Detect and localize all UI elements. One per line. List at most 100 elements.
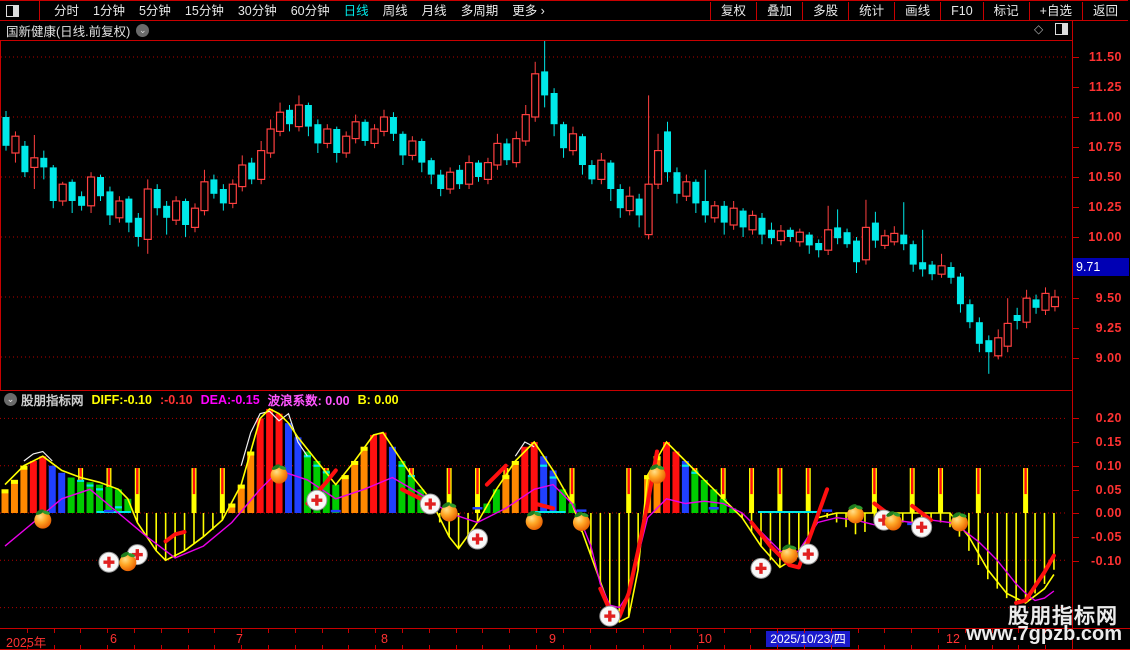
- time-axis-tick: [53, 629, 55, 633]
- price-axis-tick: [1073, 57, 1079, 58]
- price-axis-label: 11.00: [1088, 110, 1122, 124]
- price-axis-tick: [1073, 87, 1079, 88]
- tab-5min[interactable]: 5分钟: [139, 2, 171, 20]
- time-axis-tick: [107, 645, 109, 649]
- price-axis-tick: [1073, 177, 1079, 178]
- time-axis-tick: [750, 645, 752, 649]
- tab-multi-period[interactable]: 多周期: [461, 2, 499, 20]
- button-add-watchlist[interactable]: +自选: [1028, 1, 1082, 20]
- time-axis-tick: [670, 645, 671, 649]
- time-axis-tick: [160, 629, 162, 633]
- price-axis-label: 9.00: [1095, 351, 1122, 365]
- tab-15min[interactable]: 15分钟: [185, 2, 224, 20]
- time-axis-tick: [911, 629, 913, 633]
- indicator-source-label: 股朋指标网: [21, 394, 84, 408]
- indicator-axis-label: 0.00: [1095, 506, 1122, 520]
- tab-weekly[interactable]: 周线: [383, 2, 408, 20]
- tab-60min[interactable]: 60分钟: [291, 2, 330, 20]
- time-axis-tick: [643, 629, 645, 633]
- time-axis-tick: [268, 645, 269, 649]
- time-axis-tick: [294, 645, 296, 649]
- price-axis-label: 10.50: [1088, 170, 1122, 184]
- time-axis-tick: [321, 629, 323, 633]
- orange-ball-signal-icon: [440, 502, 458, 522]
- cross-signal-icon: [750, 557, 772, 579]
- indicator-axis-label: -0.05: [1091, 530, 1122, 544]
- button-adjust[interactable]: 复权: [710, 1, 756, 20]
- layout-split-icon[interactable]: [6, 4, 19, 17]
- tab-30min[interactable]: 30分钟: [238, 2, 277, 20]
- time-axis-tick: [857, 629, 859, 633]
- timeframe-toolbar: 分时 1分钟 5分钟 15分钟 30分钟 60分钟 日线 周线 月线 多周期 更多 ›: [0, 1, 545, 20]
- time-axis-tick: [911, 645, 913, 649]
- time-axis-tick: [26, 629, 28, 633]
- time-axis-tick: [884, 629, 886, 633]
- time-axis: 2025/10/23/四 2025年 6 7 8 9 10 12: [0, 628, 1130, 650]
- title-right-icons: ◇: [1034, 22, 1069, 36]
- tab-realtime[interactable]: 分时: [54, 2, 79, 20]
- time-axis-tick: [696, 645, 698, 649]
- time-axis-tick: [938, 645, 939, 649]
- indicator-axis-label: 0.05: [1095, 483, 1122, 497]
- time-axis-tick: [294, 629, 296, 633]
- main-candlestick-chart[interactable]: [0, 40, 1072, 390]
- indicator-axis-label: 0.10: [1095, 459, 1122, 473]
- chevron-down-icon[interactable]: ⌄: [136, 23, 150, 37]
- time-axis-tick: [482, 629, 484, 633]
- time-axis-tick: [589, 629, 591, 633]
- tab-daily[interactable]: 日线: [344, 2, 369, 20]
- time-axis-tick: [616, 629, 618, 633]
- diamond-icon[interactable]: ◇: [1034, 22, 1043, 36]
- time-axis-tick: [26, 645, 28, 649]
- time-axis-tick: [723, 645, 725, 649]
- panel-split-icon[interactable]: [1055, 23, 1069, 35]
- time-axis-tick: [160, 645, 162, 649]
- time-axis-tick: [536, 629, 537, 633]
- candles-layer: [2, 41, 1060, 374]
- button-f10[interactable]: F10: [940, 1, 983, 20]
- button-overlay[interactable]: 叠加: [756, 1, 802, 20]
- button-mark[interactable]: 标记: [982, 1, 1029, 20]
- tab-1min[interactable]: 1分钟: [93, 2, 125, 20]
- time-axis-tick: [321, 645, 323, 649]
- orange-ball-signal-icon: [950, 512, 968, 532]
- time-axis-tick: [134, 645, 135, 649]
- time-axis-tick: [375, 645, 377, 649]
- tab-more[interactable]: 更多 ›: [512, 2, 545, 20]
- main-chart-canvas[interactable]: [1, 41, 1072, 389]
- time-axis-tick: [562, 629, 564, 633]
- time-axis-tick: [134, 629, 135, 633]
- trading-app-window: 分时 1分钟 5分钟 15分钟 30分钟 60分钟 日线 周线 月线 多周期 更多 › 复权 叠加 多股…: [0, 0, 1130, 650]
- indicator-header: ⌄ 股朋指标网 DIFF:-0.10:-0.10 DEA:-0.15 波浪系数: 0…: [0, 390, 1072, 408]
- time-axis-label: 9: [549, 632, 556, 646]
- price-axis-tick: [1073, 328, 1079, 329]
- time-axis-tick: [804, 629, 805, 633]
- time-axis-tick: [482, 645, 484, 649]
- cross-signal-icon: [419, 493, 441, 515]
- price-axis-label: 10.25: [1088, 200, 1122, 214]
- price-axis-label: 11.25: [1088, 80, 1122, 94]
- time-axis-tick: [562, 645, 564, 649]
- time-axis-tick: [187, 645, 189, 649]
- price-axis: 11.50 11.25 11.00 10.75 10.50 10.25 10.00 9.50 9…: [1072, 20, 1130, 650]
- page-title: 国新健康(日线.前复权): [6, 24, 131, 39]
- button-back[interactable]: 返回: [1081, 1, 1128, 20]
- time-axis-tick: [214, 629, 216, 633]
- time-axis-tick: [348, 629, 350, 633]
- time-axis-tick: [348, 645, 350, 649]
- cross-signal-icon: [98, 551, 120, 573]
- button-stats[interactable]: 统计: [848, 1, 894, 20]
- indicator-panel[interactable]: [0, 408, 1072, 628]
- time-axis-tick: [455, 629, 457, 633]
- cross-signal-icon: [306, 489, 328, 511]
- price-axis-label: 9.50: [1095, 291, 1122, 305]
- button-draw[interactable]: 画线: [894, 1, 940, 20]
- indicator-collapse-icon[interactable]: ⌄: [4, 393, 17, 406]
- indicator-canvas[interactable]: [0, 408, 1072, 628]
- button-multi-stock[interactable]: 多股: [802, 1, 848, 20]
- tab-monthly[interactable]: 月线: [422, 2, 447, 20]
- time-axis-tick: [80, 629, 82, 633]
- indicator-axis-tick: [1073, 561, 1079, 562]
- time-axis-tick: [375, 629, 377, 633]
- time-axis-tick: [268, 629, 269, 633]
